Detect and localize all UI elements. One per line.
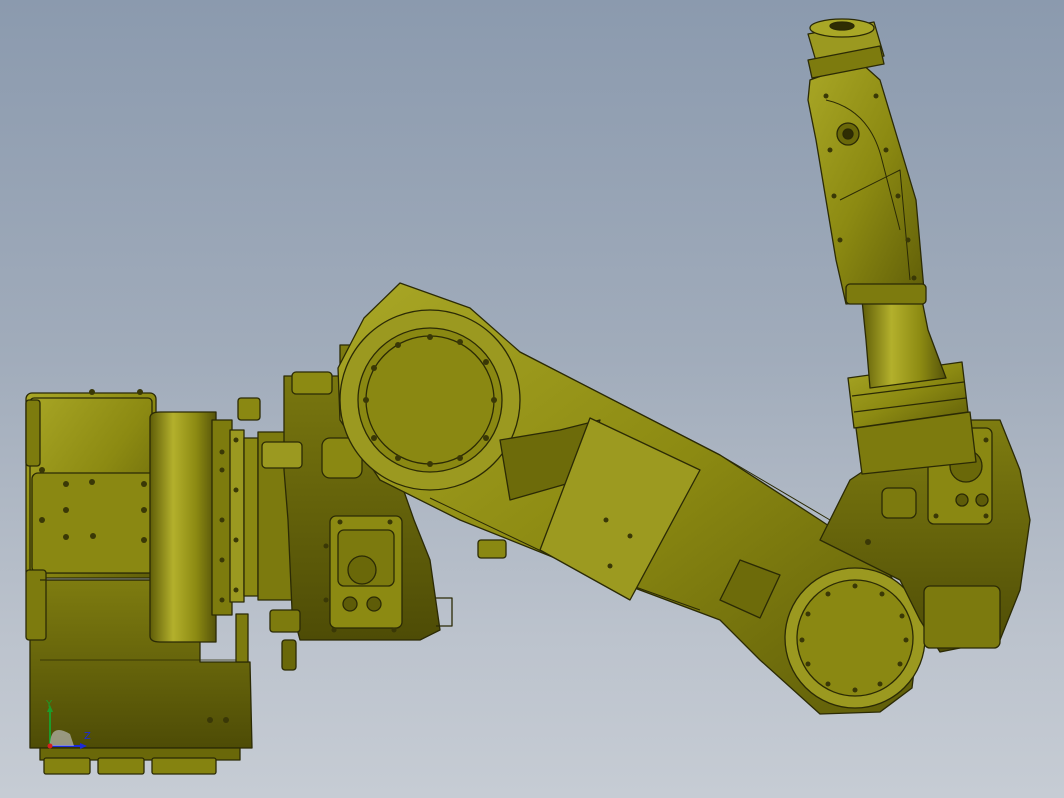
robot-arm-model[interactable] bbox=[0, 0, 1064, 798]
triad-z-label: Z bbox=[84, 731, 91, 742]
cad-graphics-viewport[interactable]: Y Z bbox=[0, 0, 1064, 798]
tool-flange bbox=[807, 18, 885, 79]
forearm-neck bbox=[861, 289, 947, 389]
orientation-triad[interactable]: Y Z bbox=[38, 700, 98, 756]
triad-y-label: Y bbox=[46, 699, 53, 710]
upper-arm bbox=[337, 282, 926, 715]
forearm-body bbox=[807, 61, 927, 305]
